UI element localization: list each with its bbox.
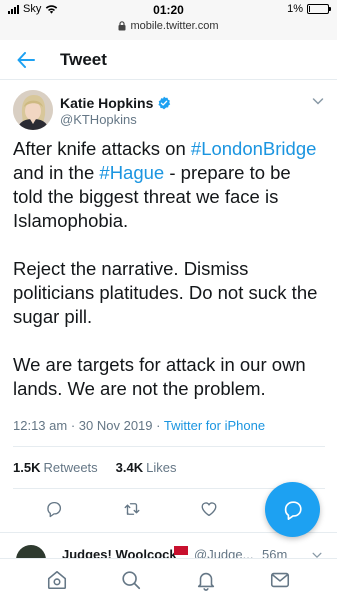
tweet-time: 12:13 am [13, 418, 68, 433]
compose-reply-button[interactable] [265, 482, 320, 537]
search-icon [122, 570, 141, 589]
tweet-text-segment: and in the [13, 162, 100, 183]
compose-reply-icon [284, 500, 302, 520]
tweet-paragraph: We are targets for attack in our own lan… [13, 353, 325, 401]
nav-search[interactable] [116, 565, 146, 595]
status-bar: Sky 01:20 mobile.twitter.com 1% [0, 0, 337, 40]
verified-badge-icon [158, 96, 171, 110]
author-name-row[interactable]: Katie Hopkins [60, 95, 171, 111]
page-title: Tweet [60, 49, 107, 69]
reply-button[interactable] [43, 498, 65, 520]
back-button[interactable] [6, 40, 46, 80]
divider [13, 446, 325, 447]
status-right: 1% [287, 3, 331, 15]
heart-icon [201, 502, 217, 517]
author-name: Katie Hopkins [60, 95, 154, 111]
chevron-down-icon [312, 98, 324, 105]
nav-notifications[interactable] [191, 565, 221, 595]
like-button[interactable] [198, 498, 220, 520]
arrow-left-icon [17, 51, 35, 68]
tweet-stats: 1.5K Retweets 3.4K Likes [13, 460, 177, 475]
retweet-button[interactable] [121, 498, 143, 520]
retweets-stat[interactable]: 1.5K Retweets [13, 460, 98, 475]
likes-stat[interactable]: 3.4K Likes [116, 460, 177, 475]
url-text: mobile.twitter.com [130, 20, 219, 32]
meta-separator: · [70, 418, 76, 433]
hashtag-link[interactable]: #Hague [99, 162, 164, 183]
avatar-image [13, 90, 53, 130]
battery-percent: 1% [287, 3, 303, 15]
tweet-text-segment: After knife attacks on [13, 138, 191, 159]
nav-home[interactable] [42, 565, 72, 595]
retweet-icon [124, 503, 140, 515]
tweet-options-button[interactable] [311, 94, 325, 108]
envelope-icon [270, 572, 289, 587]
tweet-paragraph: After knife attacks on #LondonBridge and… [13, 137, 325, 233]
nav-messages[interactable] [265, 565, 295, 595]
tweet-text-segment: We are targets for attack in our own lan… [13, 354, 306, 399]
likes-label: Likes [146, 460, 177, 475]
tweet-text-segment: Reject the narrative. Dismiss politician… [13, 258, 318, 327]
retweets-label: Retweets [43, 460, 98, 475]
meta-separator: · [156, 418, 161, 433]
tweet-author: Katie Hopkins @KTHopkins [13, 90, 325, 130]
battery-level [309, 6, 310, 12]
tweet-meta: 12:13 am · 30 Nov 2019 · Twitter for iPh… [13, 418, 265, 433]
hashtag-link[interactable]: #LondonBridge [191, 138, 317, 159]
avatar[interactable] [13, 90, 53, 130]
battery-icon [307, 4, 331, 14]
home-icon [48, 570, 67, 589]
page-header: Tweet [0, 40, 337, 80]
author-handle[interactable]: @KTHopkins [60, 112, 137, 127]
retweets-count: 1.5K [13, 460, 41, 475]
uk-flag-icon [174, 546, 188, 555]
reply-icon [47, 501, 61, 518]
likes-count: 3.4K [115, 460, 144, 475]
lock-icon [118, 21, 126, 31]
bell-icon [197, 572, 214, 591]
address-bar[interactable]: mobile.twitter.com [0, 20, 337, 32]
tweet-paragraph: Reject the narrative. Dismiss politician… [13, 257, 325, 329]
tweet-source-link[interactable]: Twitter for iPhone [164, 418, 265, 433]
bottom-navigation [0, 558, 337, 600]
tweet-date: 30 Nov 2019 [78, 418, 153, 433]
tweet-text: After knife attacks on #LondonBridge and… [13, 137, 325, 425]
reply-list-item[interactable]: Judges! Woolcock @Judge... 56m [0, 540, 337, 560]
